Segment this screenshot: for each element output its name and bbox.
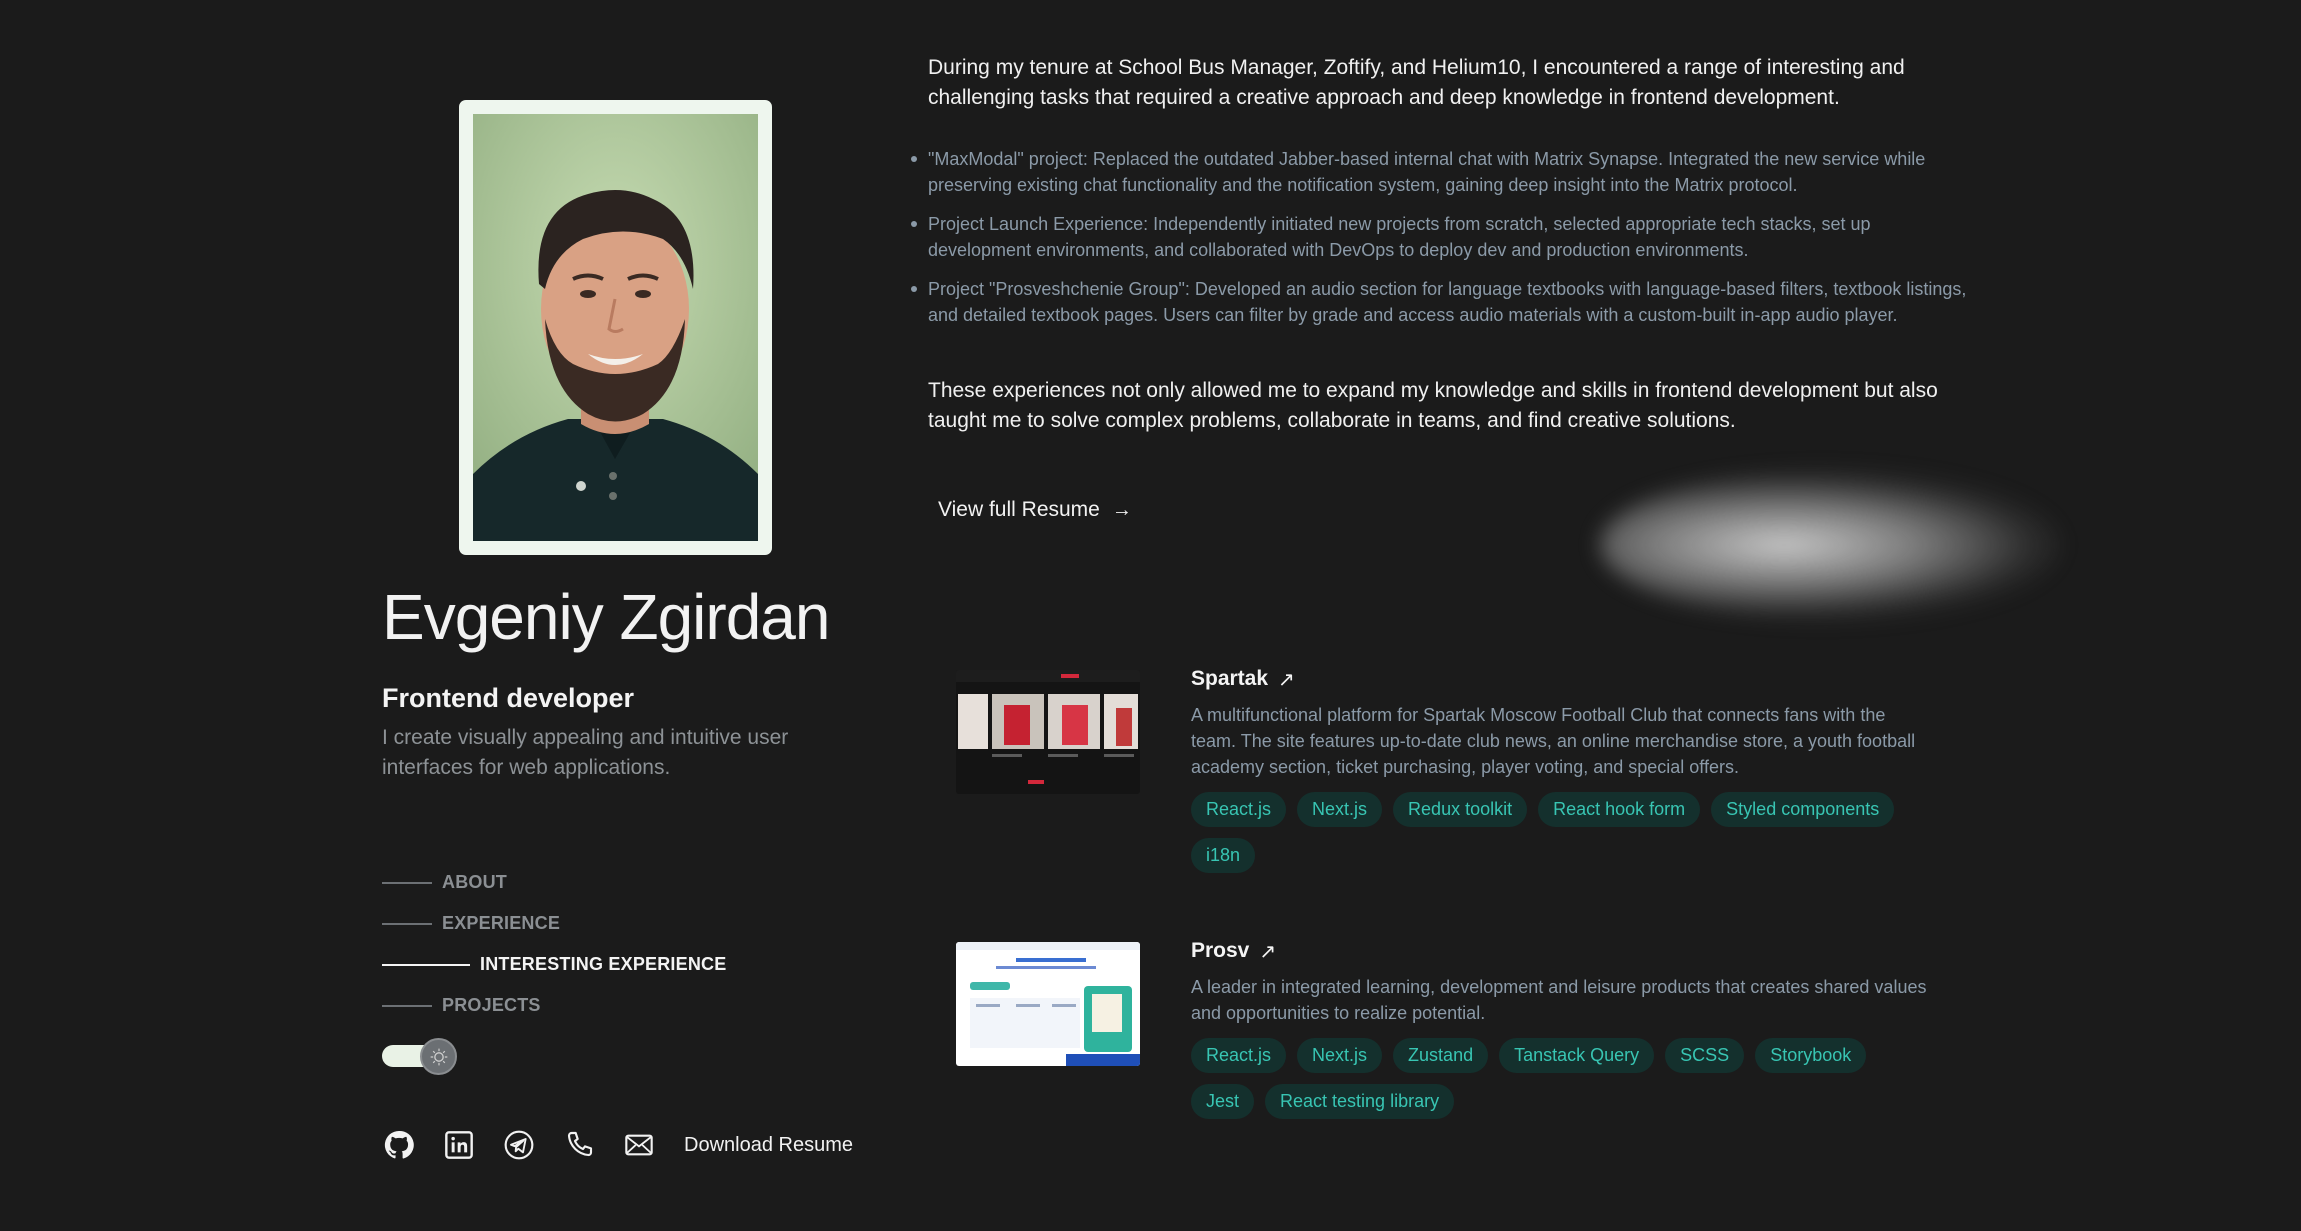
tech-tag: Tanstack Query: [1499, 1038, 1655, 1073]
moon-sun-icon: [430, 1048, 447, 1065]
tech-tag: React testing library: [1265, 1084, 1455, 1119]
tech-tag: Zustand: [1393, 1038, 1489, 1073]
nav-item-label: PROJECTS: [442, 995, 541, 1015]
project-thumbnail: [956, 942, 1140, 1066]
external-link-icon: ↗: [1278, 668, 1295, 691]
project-title-link[interactable]: Spartak ↗: [1191, 664, 1951, 694]
tech-tag: Redux toolkit: [1393, 792, 1528, 827]
nav-indicator-line: [382, 963, 470, 966]
nav-item-interesting-experience[interactable]: INTERESTING EXPERIENCE: [382, 944, 726, 985]
project-title-link[interactable]: Prosv ↗: [1191, 936, 1951, 966]
tech-tag: SCSS: [1665, 1038, 1745, 1073]
tech-tag: React.js: [1191, 1038, 1287, 1073]
list-item: "MaxModal" project: Replaced the outdate…: [911, 146, 1978, 198]
tech-tag: React.js: [1191, 792, 1287, 827]
profile-name: Evgeniy Zgirdan: [382, 581, 830, 653]
profile-photo-frame: [459, 100, 772, 555]
nav-item-experience[interactable]: EXPERIENCE: [382, 903, 726, 944]
tech-tag: i18n: [1191, 838, 1256, 873]
project-description: A multifunctional platform for Spartak M…: [1191, 705, 1916, 777]
tech-tag: Jest: [1191, 1084, 1255, 1119]
project-title: Spartak: [1191, 667, 1269, 690]
experience-outro: These experiences not only allowed me to…: [928, 379, 1938, 432]
project-body: Prosv ↗ A leader in integrated learning,…: [1191, 936, 1951, 1130]
project-title: Prosv: [1191, 939, 1250, 962]
nav-indicator-line: [382, 881, 432, 884]
project-body: Spartak ↗ A multifunctional platform for…: [1191, 664, 1951, 884]
section-nav: ABOUT EXPERIENCE INTERESTING EXPERIENCE …: [382, 862, 726, 1026]
portfolio-page: Evgeniy Zgirdan Frontend developer I cre…: [0, 0, 2301, 1231]
nav-item-label: ABOUT: [442, 872, 507, 892]
social-links: Download Resume: [382, 1128, 853, 1162]
experience-bullet-list: "MaxModal" project: Replaced the outdate…: [911, 146, 1978, 341]
cursor-glow-decoration: [1600, 470, 2060, 620]
project-thumbnail: [956, 670, 1140, 794]
project-description: A leader in integrated learning, develop…: [1191, 977, 1927, 1023]
profile-tagline: I create visually appealing and intuitiv…: [382, 726, 789, 779]
profile-photo: [473, 114, 758, 541]
nav-indicator-line: [382, 1004, 432, 1007]
tech-tag: Next.js: [1297, 1038, 1383, 1073]
tech-tag: React hook form: [1538, 792, 1701, 827]
tech-tag-list: React.js Next.js Zustand Tanstack Query …: [1191, 1038, 1951, 1130]
github-icon[interactable]: [382, 1128, 416, 1162]
tech-tag: Next.js: [1297, 792, 1383, 827]
profile-role: Frontend developer: [382, 683, 635, 713]
download-resume-link[interactable]: Download Resume: [684, 1134, 853, 1157]
arrow-right-icon: →: [1111, 498, 1132, 521]
toggle-knob: [420, 1038, 457, 1075]
tech-tag: Storybook: [1755, 1038, 1867, 1073]
tech-tag-list: React.js Next.js Redux toolkit React hoo…: [1191, 792, 1951, 884]
nav-item-label: EXPERIENCE: [442, 913, 561, 933]
list-item: Project "Prosveshchenie Group": Develope…: [911, 276, 1978, 328]
view-resume-link[interactable]: View full Resume →: [938, 498, 1132, 522]
view-resume-label: View full Resume: [938, 498, 1100, 521]
tech-tag: Styled components: [1711, 792, 1895, 827]
nav-indicator-line: [382, 922, 432, 925]
nav-item-label: INTERESTING EXPERIENCE: [480, 954, 727, 974]
nav-item-projects[interactable]: PROJECTS: [382, 985, 726, 1026]
experience-intro: During my tenure at School Bus Manager, …: [928, 56, 1905, 109]
portrait-illustration: [473, 114, 758, 541]
list-item: Project Launch Experience: Independently…: [911, 211, 1978, 263]
mail-icon[interactable]: [622, 1128, 656, 1162]
phone-icon[interactable]: [562, 1128, 596, 1162]
nav-item-about[interactable]: ABOUT: [382, 862, 726, 903]
external-link-icon: ↗: [1259, 940, 1277, 963]
linkedin-icon[interactable]: [442, 1128, 476, 1162]
profile-column: Evgeniy Zgirdan Frontend developer I cre…: [382, 0, 902, 1231]
theme-toggle[interactable]: [382, 1038, 458, 1075]
telegram-icon[interactable]: [502, 1128, 536, 1162]
